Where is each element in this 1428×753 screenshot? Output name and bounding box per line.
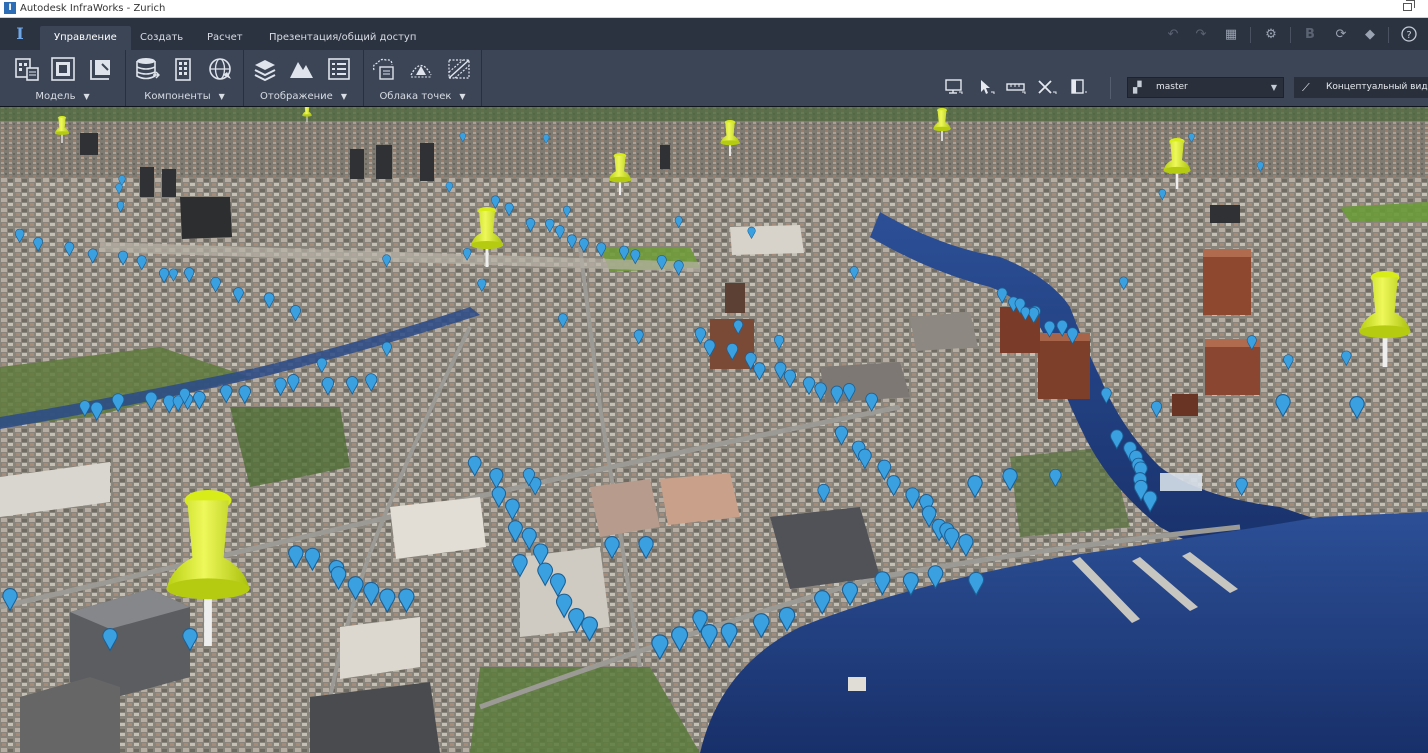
globe-icon[interactable] (207, 56, 233, 82)
point-cloud-scan-icon[interactable] (408, 56, 434, 82)
model-properties-icon[interactable] (14, 56, 40, 82)
data-sources-icon[interactable] (134, 56, 161, 82)
window-titlebar: I Autodesk InfraWorks - Zurich (0, 0, 1428, 18)
tab-present-share[interactable]: Презентация/общий доступ (255, 26, 430, 50)
infraworks-logo-icon[interactable]: I (12, 26, 28, 42)
model-view-icon[interactable] (50, 56, 76, 82)
chevron-down-icon: ▼ (459, 92, 466, 101)
distant-hills (0, 107, 1428, 121)
toolbar-divider (1388, 27, 1389, 43)
point-cloud-mesh-icon[interactable] (446, 56, 472, 82)
proposal-value: master (1156, 82, 1188, 92)
settings-icon[interactable]: ⚙ (1262, 26, 1280, 44)
proposal-icon: ▞ (1133, 81, 1142, 94)
building-icon[interactable] (170, 56, 196, 82)
sync-icon[interactable]: ⟳ (1332, 26, 1350, 44)
ribbon: Модель ▼ Компоненты ▼ Отображение ▼ Обла… (0, 50, 1428, 107)
chevron-down-icon: ▼ (83, 92, 90, 101)
menu-bar: I Управление Создать Расчет Презентация/… (0, 18, 1428, 50)
infraworks-app-icon: I (4, 2, 16, 14)
visual-style-icon: ⟋ (1302, 81, 1310, 94)
panel-icon[interactable] (1068, 79, 1090, 99)
point-cloud-list-icon[interactable] (370, 56, 396, 82)
3d-viewport[interactable] (0, 107, 1428, 753)
toolbar-divider (1250, 27, 1251, 43)
cross-tool-icon[interactable] (1036, 79, 1058, 99)
redo-icon[interactable]: ↷ (1192, 26, 1210, 44)
ribbon-group-point-clouds: Облака точек ▼ (364, 50, 482, 106)
tab-create[interactable]: Создать (126, 26, 197, 50)
layers-icon[interactable] (252, 56, 278, 82)
bim-b-icon[interactable]: B (1301, 26, 1319, 44)
window-title: Autodesk InfraWorks - Zurich (20, 3, 166, 14)
ribbon-group-display: Отображение ▼ (244, 50, 364, 106)
visual-style-label: Концептуальный вид (1326, 82, 1428, 92)
undo-icon[interactable]: ↶ (1164, 26, 1182, 44)
help-icon[interactable]: ? (1400, 26, 1418, 44)
tab-manage[interactable]: Управление (40, 26, 131, 50)
tab-analyze[interactable]: Расчет (193, 26, 257, 50)
chevron-down-icon: ▼ (1270, 83, 1277, 92)
boat (1160, 473, 1202, 491)
ribbon-group-label-components[interactable]: Компоненты ▼ (126, 91, 243, 102)
ribbon-group-components: Компоненты ▼ (126, 50, 244, 106)
ribbon-group-label-point-clouds[interactable]: Облака точек ▼ (364, 91, 481, 102)
visual-style-button[interactable]: ⟋ Концептуальный вид (1294, 77, 1428, 98)
toolbar-divider (1110, 77, 1111, 99)
ribbon-group-model: Модель ▼ (0, 50, 126, 106)
restore-window-button[interactable] (1403, 0, 1415, 11)
terrain-icon[interactable] (288, 56, 314, 82)
ribbon-group-label-display[interactable]: Отображение ▼ (244, 91, 363, 102)
toolbar-divider (1290, 27, 1291, 43)
screen-icon[interactable] (943, 79, 965, 99)
chevron-down-icon: ▼ (218, 92, 225, 101)
ribbon-group-label-model[interactable]: Модель ▼ (0, 91, 125, 102)
boat (848, 677, 866, 691)
cube-icon[interactable]: ◆ (1361, 26, 1379, 44)
list-icon[interactable] (326, 56, 352, 82)
pointer-icon[interactable] (975, 79, 997, 99)
svg-text:?: ? (1406, 30, 1411, 41)
model-book-icon[interactable] (88, 56, 114, 82)
city-model-scene[interactable] (0, 107, 1428, 753)
proposal-dropdown[interactable]: ▞ master ▼ (1127, 77, 1284, 98)
measure-icon[interactable] (1005, 79, 1027, 99)
model-layout-icon[interactable]: ▦ (1222, 26, 1240, 44)
chevron-down-icon: ▼ (340, 92, 347, 101)
